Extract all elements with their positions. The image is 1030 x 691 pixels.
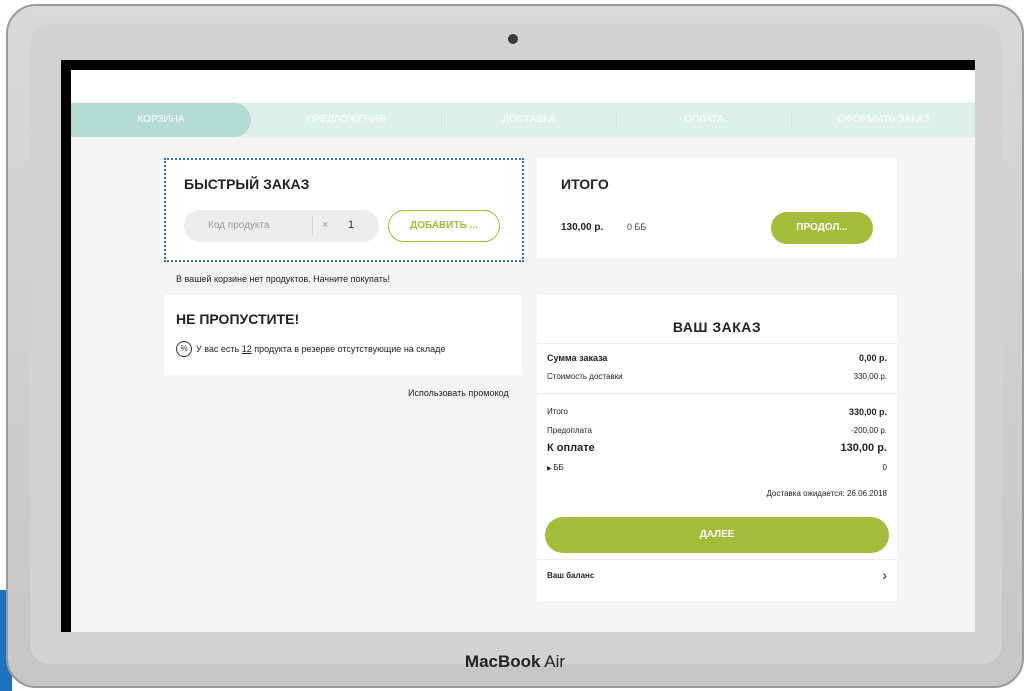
- dont-miss-title: НЕ ПРОПУСТИТЕ!: [176, 311, 300, 327]
- empty-cart-text: В вашей корзине нет продуктов. Начните п…: [176, 274, 391, 284]
- order-summary-card: ВАШ ЗАКАЗ Сумма заказа 0,00 р. Стоимость …: [537, 295, 897, 601]
- balance-row[interactable]: Ваш баланс ›: [547, 567, 887, 583]
- focus-outline: [164, 158, 524, 262]
- page-top-strip: [71, 70, 975, 102]
- delivery-cost-row: Стоимость доставки 330,00 р.: [547, 372, 887, 381]
- dont-miss-card: НЕ ПРОПУСТИТЕ! % У вас есть 12 продукта …: [164, 295, 522, 375]
- total-card: ИТОГО 130,00 р. 0 ББ ПРОДОЛ...: [537, 158, 897, 258]
- chevron-right-icon: ›: [882, 567, 887, 583]
- order-title: ВАШ ЗАКАЗ: [672, 319, 762, 335]
- step-checkout[interactable]: ОФОРМИТЬ ЗАКАЗ: [792, 103, 975, 137]
- step-cart[interactable]: КОРЗИНА: [71, 103, 251, 137]
- divider: [537, 343, 897, 344]
- continue-button[interactable]: ПРОДОЛ...: [771, 212, 873, 244]
- order-sum-row: Сумма заказа 0,00 р.: [547, 353, 887, 363]
- to-pay-row: К оплате 130,00 р.: [547, 442, 887, 454]
- device-brand: MacBook Air: [464, 652, 566, 671]
- step-delivery[interactable]: ДОСТАВКА: [442, 103, 616, 137]
- step-offers[interactable]: ПРЕДЛОЖЕНИЯ: [251, 103, 441, 137]
- step-payment[interactable]: ОПЛАТА: [617, 103, 791, 137]
- checkout-steps: КОРЗИНА ПРЕДЛОЖЕНИЯ ДОСТАВКА ОПЛАТА ОФОР…: [71, 103, 975, 137]
- divider: [537, 559, 897, 560]
- promo-code-link[interactable]: Использовать промокод: [408, 388, 509, 398]
- screen: КОРЗИНА ПРЕДЛОЖЕНИЯ ДОСТАВКА ОПЛАТА ОФОР…: [61, 60, 975, 632]
- prepay-row: Предоплата -200,00 р.: [547, 426, 887, 435]
- reserve-notice: У вас есть 12 продукта в резерве отсутст…: [196, 344, 446, 354]
- page: КОРЗИНА ПРЕДЛОЖЕНИЯ ДОСТАВКА ОПЛАТА ОФОР…: [71, 70, 975, 632]
- total-title: ИТОГО: [561, 176, 609, 192]
- camera-icon: [508, 34, 518, 44]
- divider: [537, 393, 897, 394]
- next-button[interactable]: ДАЛЕЕ: [545, 517, 889, 553]
- percent-icon: %: [176, 341, 192, 357]
- delivery-expected: Доставка ожидается: 26.06.2018: [766, 489, 887, 498]
- bb-row[interactable]: ▶ ББ 0: [547, 463, 887, 472]
- total-row: Итого 330,00 р.: [547, 407, 887, 417]
- reserve-count-link[interactable]: 12: [242, 344, 252, 354]
- total-bb: 0 ББ: [627, 222, 647, 232]
- total-amount: 130,00 р.: [561, 222, 604, 233]
